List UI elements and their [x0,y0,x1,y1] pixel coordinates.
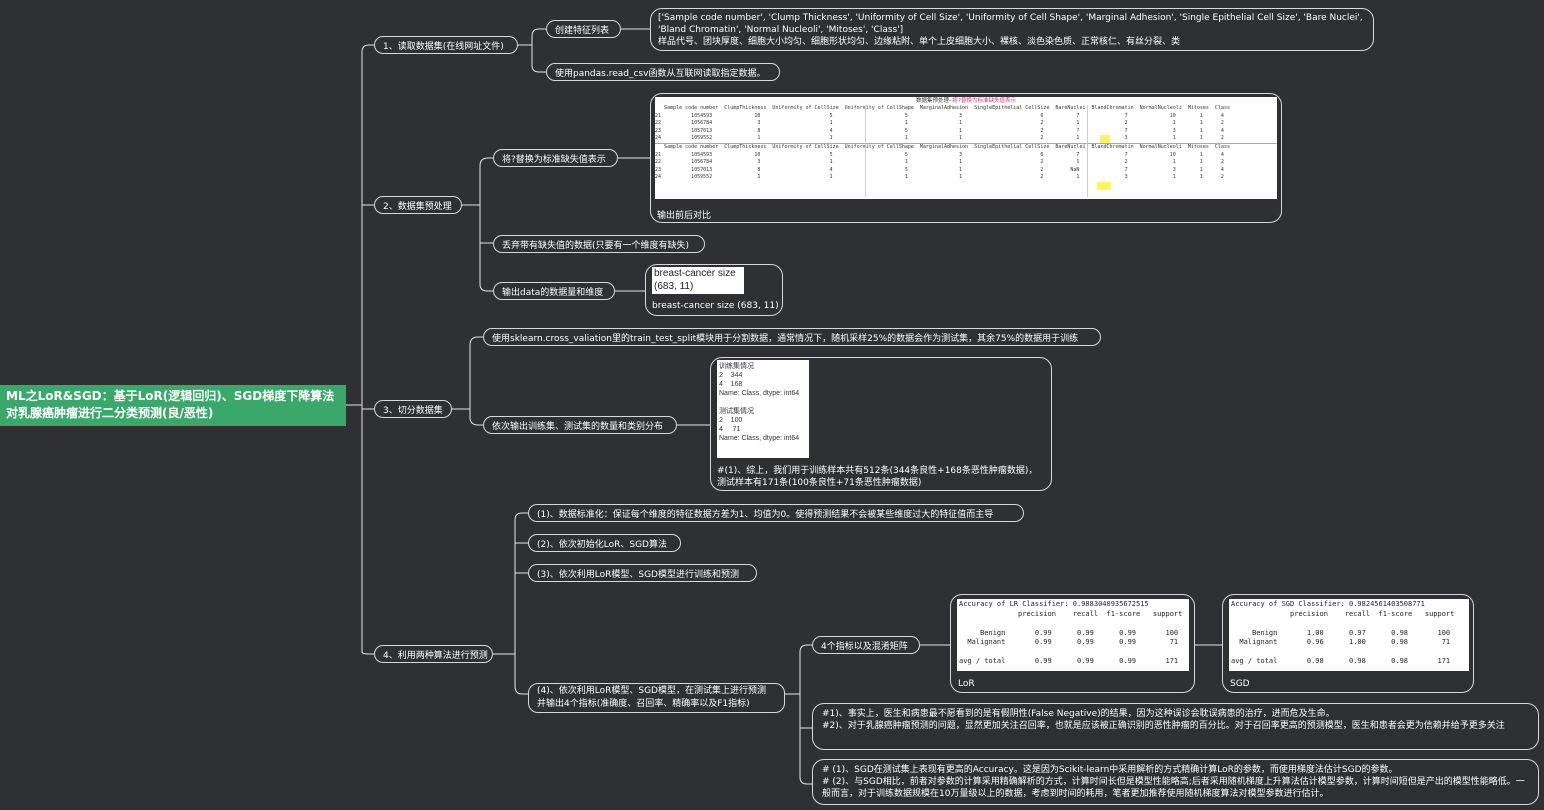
output-shape-caption: breast-cancer size (683, 11) [652,301,779,311]
replace-missing-detail[interactable]: 数据集预处理—将?替换为标准缺失值表示 Sample code number C… [650,93,1282,223]
topic-preprocessing[interactable]: 2、数据集预处理 [374,196,462,214]
table-rows-after: 21 1054593 10 5 5 3 6 7 7 10 1 4 22 1056… [655,151,1224,181]
topic-metrics-confusion[interactable]: 4个指标以及混淆矩阵 [812,636,920,654]
table-header-after: Sample code number ClumpThickness Unifor… [655,143,1230,150]
nan-highlight [1097,182,1111,190]
note-false-negative: #1)、事实上，医生和病患最不愿看到的是有假阴性(False Negative)… [822,709,1335,719]
root-topic[interactable]: ML之LoR&SGD：基于LoR(逻辑回归)、SGD梯度下降算法对乳腺癌肿瘤进行… [0,385,346,426]
lor-report-box[interactable]: Accuracy of LR Classifier: 0.98830409356… [950,594,1195,693]
topic-pandas-read-csv[interactable]: 使用pandas.read_csv函数从互联网读取指定数据。 [546,63,780,81]
evaluate-metrics-line1: (4)、依次利用LoR模型、SGD模型，在测试集上进行预测 [537,686,766,696]
table-title-prefix: 数据集预处理— [915,98,953,104]
sgd-classification-report: Accuracy of SGD Classifier: 0.9824561403… [1231,600,1455,665]
note-recall-box[interactable]: #1)、事实上，医生和病患最不愿看到的是有假阴性(False Negative)… [812,703,1539,750]
table-rows-before: 21 1054593 10 5 5 3 6 7 7 10 1 4 22 1056… [655,112,1224,142]
sgd-report-box[interactable]: Accuracy of SGD Classifier: 0.9824561403… [1222,594,1474,693]
distribution-note-line2: 测试样本有171条(100条良性+71条恶性肿瘤数据) [717,478,922,488]
output-shape-detail[interactable]: breast-cancer size (683, 11) breast-canc… [645,264,783,316]
note-recall-focus: #2)、对于乳腺癌肿瘤预测的问题，显然更加关注召回率，也就是应该被正确识别的恶性… [822,721,1505,731]
distribution-note-line1: #(1)、综上，我们用于训练样本共有512条(344条良性+168条恶性肿瘤数据… [717,466,1038,476]
topic-init-algorithms[interactable]: (2)、依次初始化LoR、SGD算法 [528,534,681,552]
lor-report-screenshot: Accuracy of LR Classifier: 0.98830409356… [957,599,1189,671]
output-shape-screenshot: breast-cancer size (683, 11) [652,267,744,294]
topic-train-predict[interactable]: (3)、依次利用LoR模型、SGD模型进行训练和预测 [528,564,757,582]
distribution-output: 训练集情况 2 344 4 168 Name: Class, dtype: in… [719,363,800,442]
feature-list-english: ['Sample code number', 'Clump Thickness'… [658,13,1363,35]
topic-standardization[interactable]: (1)、数据标准化：保证每个维度的特征数据方差为1、均值为0。使得预测结果不会被… [528,504,1024,522]
before-after-caption: 输出前后对比 [657,211,712,221]
note-sgd-accuracy: # (1)、SGD在测试集上表现有更高的Accuracy。这是因为Scikit-… [822,765,1398,775]
distribution-screenshot: 训练集情况 2 344 4 168 Name: Class, dtype: in… [717,360,809,458]
note-sgd-vs-lor-box[interactable]: # (1)、SGD在测试集上表现有更高的Accuracy。这是因为Scikit-… [812,759,1539,805]
note-sgd-tradeoff: # (2)、与SGD相比，前者对参数的计算采用精确解析的方式，计算时间长但是模型… [822,777,1525,799]
output-shape-line2: (683, 11) [654,281,694,292]
lor-classification-report: Accuracy of LR Classifier: 0.98830409356… [959,600,1183,665]
evaluate-metrics-line2: 并输出4个指标(准确度、召回率、精确率以及F1指标) [537,699,750,709]
sgd-caption: SGD [1230,679,1250,689]
topic-drop-missing[interactable]: 丢弃带有缺失值的数据(只要有一个维度有缺失) [493,235,705,253]
topic-read-dataset[interactable]: 1、读取数据集(在线网址文件) [374,36,518,54]
distribution-detail[interactable]: 训练集情况 2 344 4 168 Name: Class, dtype: in… [710,357,1052,491]
topic-evaluate-metrics[interactable]: (4)、依次利用LoR模型、SGD模型，在测试集上进行预测 并输出4个指标(准确… [528,683,785,713]
feature-list-detail[interactable]: ['Sample code number', 'Clump Thickness'… [650,8,1374,51]
topic-train-test-split[interactable]: 使用sklearn.cross_valiation里的train_test_sp… [483,328,1101,346]
sgd-report-screenshot: Accuracy of SGD Classifier: 0.9824561403… [1229,599,1469,671]
feature-list-chinese: 样品代号、团块厚度、细胞大小均匀、细胞形状均匀、边缘粘附、单个上皮细胞大小、裸核… [658,37,1181,47]
table-header-before: Sample code number ClumpThickness Unifor… [655,105,1230,111]
topic-output-distribution[interactable]: 依次输出训练集、测试集的数量和类别分布 [483,416,677,434]
table-title-highlight: 将?替换为标准缺失值表示 [952,98,1017,104]
lor-caption: LoR [958,679,975,689]
topic-create-feature-list[interactable]: 创建特征列表 [546,20,621,38]
topic-split-dataset[interactable]: 3、切分数据集 [374,400,452,418]
topic-output-shape[interactable]: 输出data的数据量和维度 [493,282,615,300]
output-shape-line1: breast-cancer size [654,268,736,279]
topic-two-algorithms[interactable]: 4、利用两种算法进行预测 [374,645,493,663]
question-mark-highlight [1100,135,1110,143]
topic-replace-missing[interactable]: 将?替换为标准缺失值表示 [493,149,618,167]
before-after-table-screenshot: 数据集预处理—将?替换为标准缺失值表示 Sample code number C… [655,97,1277,199]
